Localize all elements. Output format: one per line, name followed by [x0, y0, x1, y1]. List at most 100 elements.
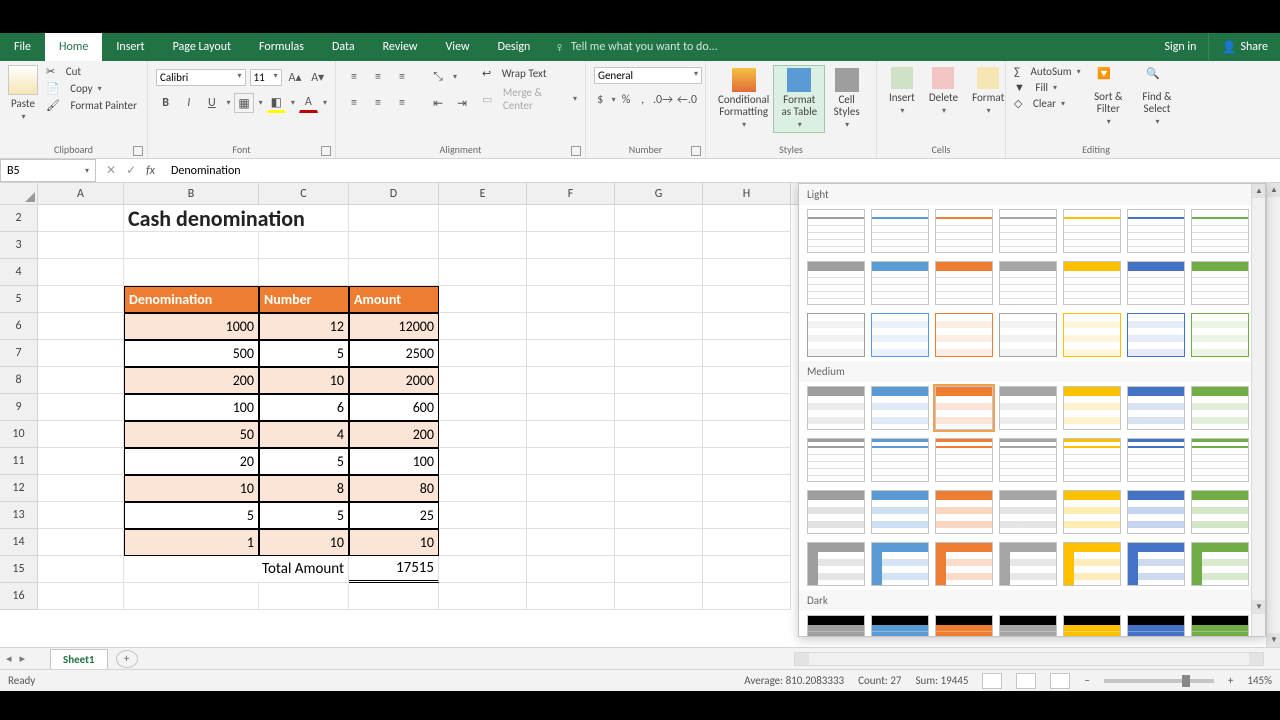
clear-button[interactable]: ◇ Clear▾ — [1014, 97, 1081, 110]
increase-font-icon[interactable]: A▴ — [286, 67, 305, 87]
share-button[interactable]: 👤Share — [1208, 33, 1280, 61]
number-format-select[interactable]: General▾ — [594, 67, 702, 84]
column-header-G[interactable]: G — [615, 183, 703, 204]
table-style-swatch[interactable] — [935, 386, 993, 430]
cell-A14[interactable] — [38, 529, 124, 556]
cell-F10[interactable] — [527, 421, 615, 448]
column-header-D[interactable]: D — [349, 183, 439, 204]
cell-D3[interactable] — [349, 232, 439, 259]
clipboard-dialog-launcher[interactable] — [133, 146, 143, 156]
cell-C13[interactable]: 5 — [259, 502, 349, 529]
table-style-swatch[interactable] — [1063, 542, 1121, 586]
cell-F5[interactable] — [527, 286, 615, 313]
cell-B11[interactable]: 20 — [124, 448, 259, 475]
find-select-button[interactable]: 🔍Find & Select▾ — [1136, 65, 1178, 129]
cell-C2[interactable] — [259, 205, 349, 232]
cell-F11[interactable] — [527, 448, 615, 475]
cell-C5[interactable]: Number — [259, 286, 349, 313]
cell-A2[interactable] — [38, 205, 124, 232]
cell-H9[interactable] — [703, 394, 791, 421]
cell-D6[interactable]: 12000 — [349, 313, 439, 340]
cell-C6[interactable]: 12 — [259, 313, 349, 340]
cell-E9[interactable] — [439, 394, 527, 421]
cell-A8[interactable] — [38, 367, 124, 394]
increase-indent-icon[interactable]: ⇥ — [452, 93, 472, 113]
cell-F7[interactable] — [527, 340, 615, 367]
cell-E10[interactable] — [439, 421, 527, 448]
row-header-9[interactable]: 9 — [0, 394, 38, 421]
normal-view-icon[interactable] — [982, 673, 1002, 689]
cell-styles-button[interactable]: Cell Styles▾ — [825, 66, 868, 132]
cell-D9[interactable]: 600 — [349, 394, 439, 421]
tab-insert[interactable]: Insert — [102, 33, 158, 61]
table-style-swatch[interactable] — [871, 438, 929, 482]
cell-D2[interactable] — [349, 205, 439, 232]
table-style-swatch[interactable] — [999, 261, 1057, 305]
alignment-dialog-launcher[interactable] — [571, 146, 581, 156]
table-style-swatch[interactable] — [871, 615, 929, 637]
table-style-swatch[interactable] — [999, 313, 1057, 357]
horizontal-scrollbar[interactable] — [794, 652, 1264, 666]
row-header-15[interactable]: 15 — [0, 556, 38, 583]
cell-B6[interactable]: 1000 — [124, 313, 259, 340]
cancel-formula-icon[interactable]: ✕ — [106, 163, 116, 178]
decrease-font-icon[interactable]: A▾ — [308, 67, 327, 87]
cell-G14[interactable] — [615, 529, 703, 556]
row-header-13[interactable]: 13 — [0, 502, 38, 529]
fx-icon[interactable]: fx — [146, 164, 155, 178]
cell-F9[interactable] — [527, 394, 615, 421]
cell-A13[interactable] — [38, 502, 124, 529]
paste-button[interactable]: Paste ▾ — [8, 65, 38, 122]
table-style-swatch[interactable] — [807, 386, 865, 430]
cell-A7[interactable] — [38, 340, 124, 367]
cell-H3[interactable] — [703, 232, 791, 259]
align-middle-icon[interactable]: ≡ — [368, 67, 388, 87]
orientation-icon[interactable]: ⤡ — [428, 67, 448, 87]
cell-E11[interactable] — [439, 448, 527, 475]
table-style-swatch[interactable] — [1127, 542, 1185, 586]
row-header-3[interactable]: 3 — [0, 232, 38, 259]
tab-file[interactable]: File — [0, 33, 45, 61]
fill-button[interactable]: ▼ Fill▾ — [1014, 81, 1081, 94]
cell-D16[interactable] — [349, 583, 439, 610]
font-color-button[interactable]: A — [299, 93, 318, 113]
table-style-swatch[interactable] — [999, 490, 1057, 534]
bold-button[interactable]: B — [156, 93, 175, 113]
table-style-swatch[interactable] — [935, 615, 993, 637]
cell-G12[interactable] — [615, 475, 703, 502]
cell-B10[interactable]: 50 — [124, 421, 259, 448]
cell-G5[interactable] — [615, 286, 703, 313]
column-header-C[interactable]: C — [259, 183, 349, 204]
cell-D13[interactable]: 25 — [349, 502, 439, 529]
table-style-swatch[interactable] — [999, 438, 1057, 482]
table-style-swatch[interactable] — [807, 209, 865, 253]
cell-C4[interactable] — [259, 259, 349, 286]
cell-H6[interactable] — [703, 313, 791, 340]
align-right-icon[interactable]: ≡ — [392, 93, 412, 113]
table-style-swatch[interactable] — [935, 313, 993, 357]
cell-E16[interactable] — [439, 583, 527, 610]
cell-E3[interactable] — [439, 232, 527, 259]
cell-H5[interactable] — [703, 286, 791, 313]
cell-F4[interactable] — [527, 259, 615, 286]
cell-H16[interactable] — [703, 583, 791, 610]
enter-formula-icon[interactable]: ✓ — [126, 163, 136, 178]
row-header-11[interactable]: 11 — [0, 448, 38, 475]
cell-G11[interactable] — [615, 448, 703, 475]
table-style-swatch[interactable] — [1191, 615, 1249, 637]
format-cells-button[interactable]: Format▾ — [968, 65, 1008, 118]
underline-button[interactable]: U — [202, 93, 221, 113]
table-style-swatch[interactable] — [1191, 261, 1249, 305]
insert-cells-button[interactable]: Insert▾ — [885, 65, 919, 118]
row-header-6[interactable]: 6 — [0, 313, 38, 340]
table-style-swatch[interactable] — [807, 542, 865, 586]
cell-G4[interactable] — [615, 259, 703, 286]
cell-D4[interactable] — [349, 259, 439, 286]
cell-H4[interactable] — [703, 259, 791, 286]
cell-F3[interactable] — [527, 232, 615, 259]
cell-A11[interactable] — [38, 448, 124, 475]
cell-F2[interactable] — [527, 205, 615, 232]
cell-B16[interactable] — [124, 583, 259, 610]
cell-H14[interactable] — [703, 529, 791, 556]
cell-B15[interactable]: Total Amount — [124, 556, 349, 583]
